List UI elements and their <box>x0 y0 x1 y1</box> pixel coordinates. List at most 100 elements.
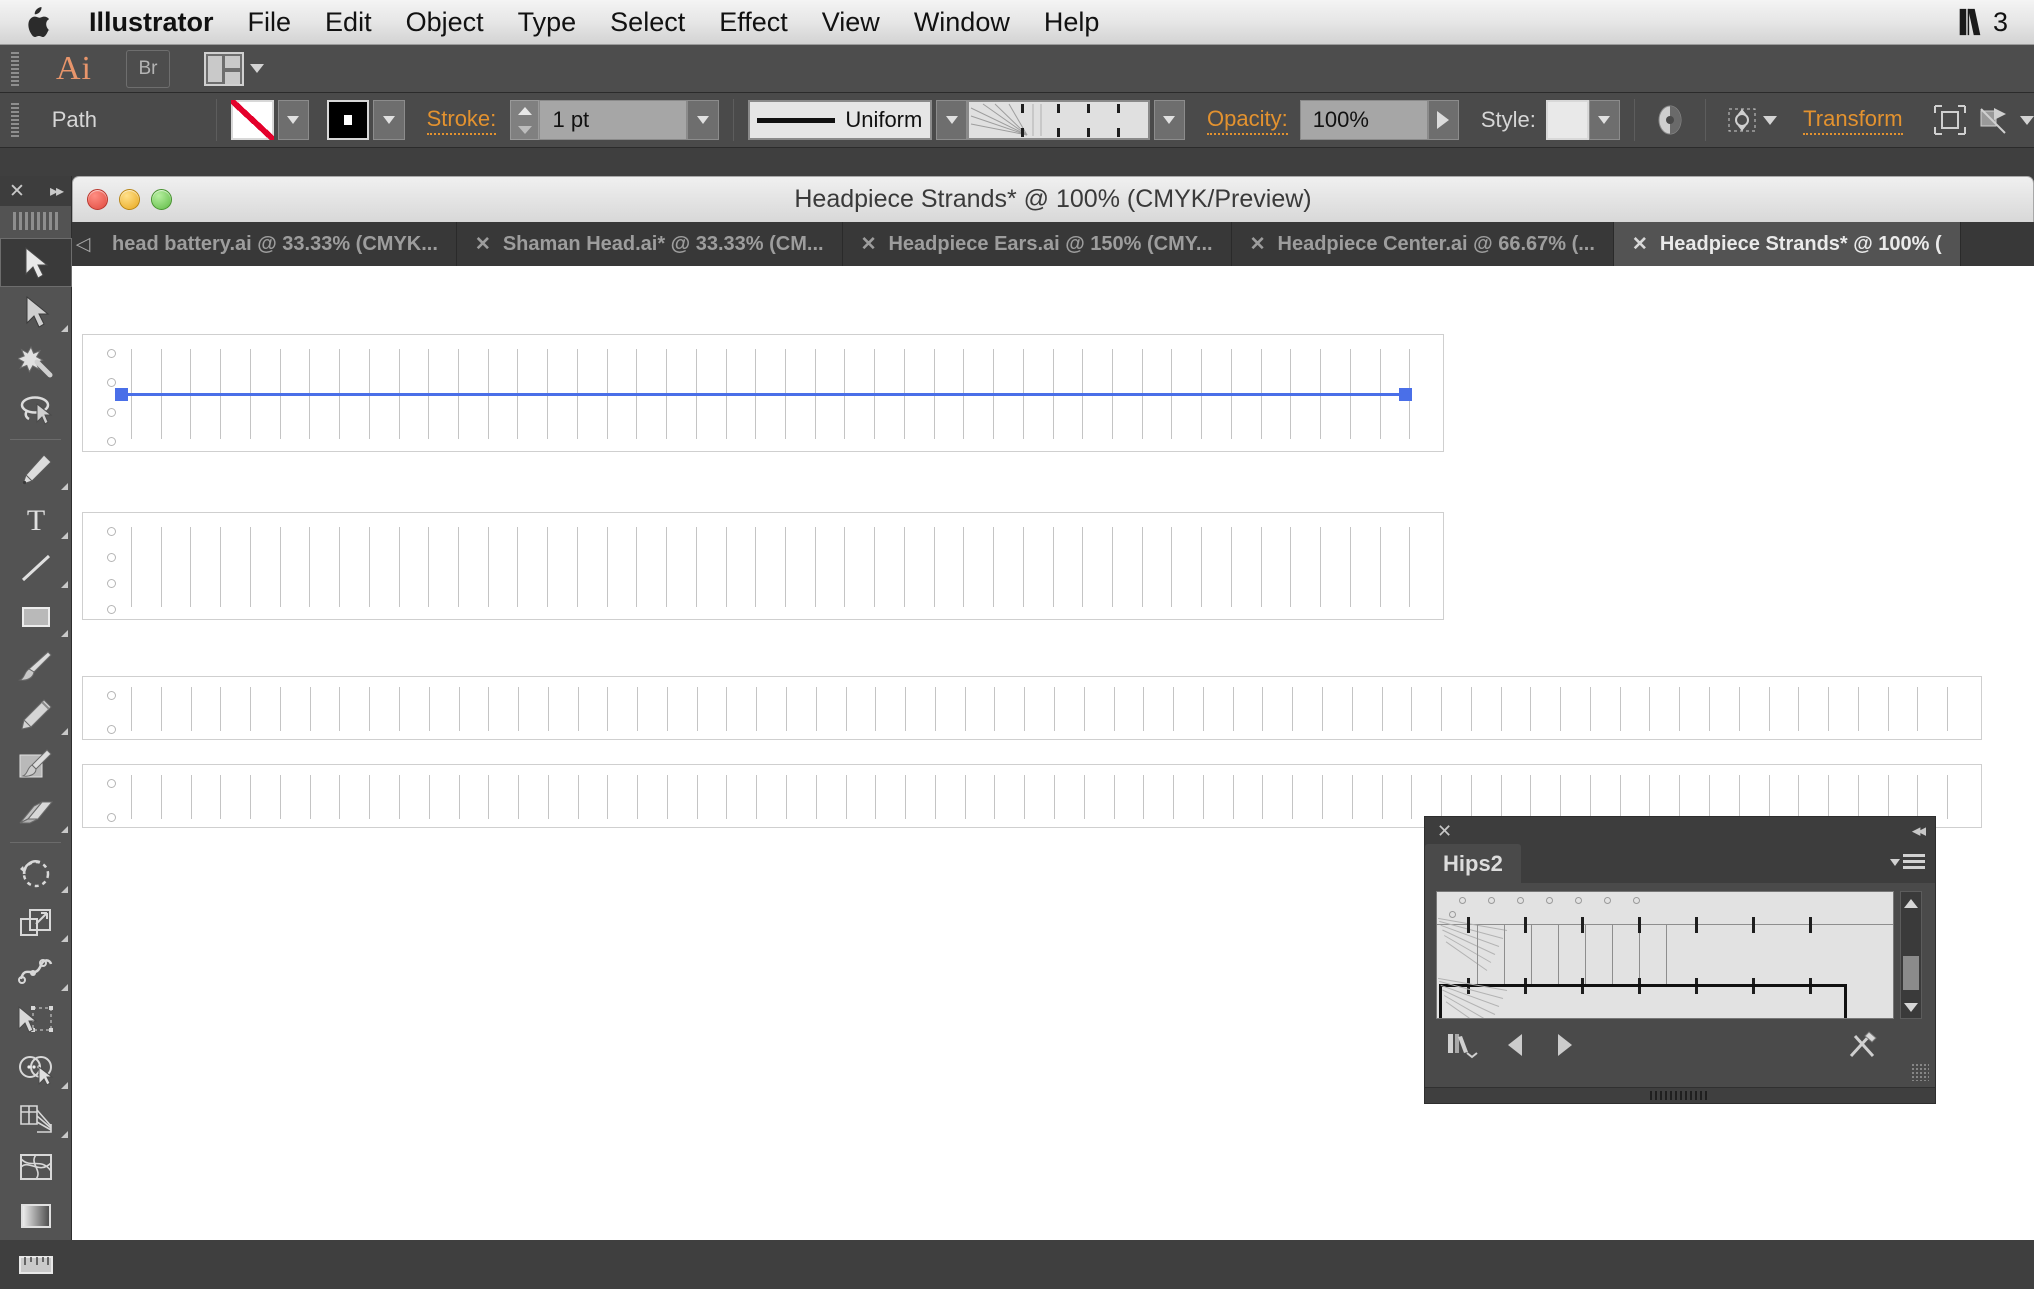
break-link-icon[interactable] <box>1847 1030 1879 1060</box>
stroke-dropdown[interactable] <box>373 100 405 140</box>
width-tool[interactable] <box>0 946 72 995</box>
next-icon[interactable] <box>1553 1032 1575 1058</box>
eraser-tool[interactable] <box>0 788 72 837</box>
magic-wand-tool[interactable] <box>0 336 72 385</box>
blob-brush-tool[interactable] <box>0 739 72 788</box>
anchor-point[interactable] <box>107 349 116 358</box>
anchor-point[interactable] <box>107 691 116 700</box>
close-icon[interactable]: ✕ <box>1250 233 1266 256</box>
strand-row-1[interactable] <box>82 334 1444 452</box>
perspective-grid-tool[interactable] <box>0 1093 72 1142</box>
selection-anchor[interactable] <box>115 388 128 401</box>
chevron-down-icon[interactable] <box>1763 115 1778 125</box>
pen-tool[interactable] <box>0 445 72 494</box>
panel-titlebar[interactable]: ✕ ◂◂ <box>1425 817 1935 845</box>
free-transform-tool[interactable] <box>0 995 72 1044</box>
menu-item-illustrator[interactable]: Illustrator <box>72 8 231 36</box>
anchor-point[interactable] <box>107 605 116 614</box>
document-titlebar[interactable]: Headpiece Strands* @ 100% (CMYK/Preview) <box>72 176 2034 222</box>
apple-logo-icon[interactable] <box>24 7 50 37</box>
menu-item-effect[interactable]: Effect <box>702 8 805 36</box>
controlbar-grip[interactable] <box>10 103 20 137</box>
measure-tool[interactable] <box>0 1240 72 1289</box>
tools-panel-grip[interactable] <box>12 212 59 230</box>
menu-item-help[interactable]: Help <box>1027 8 1117 36</box>
previous-icon[interactable] <box>1505 1032 1527 1058</box>
pencil-tool[interactable] <box>0 690 72 739</box>
stroke-swatch[interactable] <box>326 100 370 140</box>
brush-definition-dropdown[interactable] <box>1153 100 1185 140</box>
collapse-icon[interactable]: ◂◂ <box>1912 821 1926 841</box>
close-icon[interactable]: ✕ <box>475 233 491 256</box>
menu-item-select[interactable]: Select <box>593 8 702 36</box>
menu-item-file[interactable]: File <box>231 8 309 36</box>
panel-tab-hips2[interactable]: Hips2 <box>1425 844 1521 883</box>
paintbrush-tool[interactable] <box>0 641 72 690</box>
gradient-tool[interactable] <box>0 1191 72 1240</box>
panel-resize-grip[interactable] <box>1911 1063 1929 1081</box>
appbar-grip[interactable] <box>10 51 20 86</box>
menu-item-view[interactable]: View <box>805 8 897 36</box>
arrange-icon[interactable] <box>1971 99 2014 141</box>
arrange-documents-button[interactable] <box>204 51 264 86</box>
document-tab-headpiece-strands[interactable]: ✕ Headpiece Strands* @ 100% ( <box>1613 222 1961 266</box>
close-icon[interactable]: ✕ <box>861 233 877 256</box>
chevron-down-icon[interactable] <box>2020 115 2034 125</box>
tabs-scroll-left-icon[interactable]: ◁ <box>72 222 94 266</box>
fill-dropdown[interactable] <box>277 100 309 140</box>
document-tab-headpiece-center[interactable]: ✕ Headpiece Center.ai @ 66.67% (... <box>1231 222 1614 266</box>
mesh-tool[interactable] <box>0 1142 72 1191</box>
lasso-tool[interactable] <box>0 385 72 434</box>
stroke-profile-dropdown[interactable] <box>936 100 968 140</box>
anchor-point[interactable] <box>107 813 116 822</box>
menu-item-window[interactable]: Window <box>897 8 1027 36</box>
panel-scrollbar[interactable] <box>1900 891 1922 1019</box>
brush-definition-select[interactable] <box>967 100 1150 140</box>
opacity-label[interactable]: Opacity: <box>1206 106 1288 135</box>
library-icon[interactable] <box>1445 1031 1479 1059</box>
panel-thumbnail-area[interactable] <box>1436 891 1894 1019</box>
close-icon[interactable]: ✕ <box>9 180 25 203</box>
transform-link[interactable]: Transform <box>1803 106 1903 135</box>
scrollbar-thumb[interactable] <box>1903 956 1919 990</box>
stroke-weight-stepper[interactable] <box>510 100 540 140</box>
rotate-tool[interactable] <box>0 848 72 897</box>
close-icon[interactable]: ✕ <box>1632 233 1648 256</box>
anchor-point[interactable] <box>107 725 116 734</box>
strand-row-3[interactable] <box>82 676 1982 740</box>
type-tool[interactable]: T <box>0 494 72 543</box>
menu-item-object[interactable]: Object <box>389 8 501 36</box>
selection-tool[interactable] <box>0 238 72 287</box>
strand-row-2[interactable] <box>82 512 1444 620</box>
align-icon[interactable] <box>1929 99 1972 141</box>
menu-item-edit[interactable]: Edit <box>308 8 389 36</box>
stroke-weight-value[interactable]: 1 pt <box>539 100 688 140</box>
opacity-value[interactable]: 100% <box>1299 100 1428 140</box>
anchor-point[interactable] <box>107 553 116 562</box>
document-tab-shaman-head[interactable]: ✕ Shaman Head.ai* @ 33.33% (CM... <box>456 222 843 266</box>
selection-anchor[interactable] <box>1399 388 1412 401</box>
anchor-point[interactable] <box>107 437 116 446</box>
stroke-label[interactable]: Stroke: <box>426 106 497 135</box>
anchor-point[interactable] <box>107 378 116 388</box>
panel-bottom-grip[interactable] <box>1425 1087 1935 1103</box>
anchor-point[interactable] <box>107 779 116 788</box>
stroke-weight-dropdown[interactable] <box>687 100 719 140</box>
scroll-down-icon[interactable] <box>1901 996 1921 1018</box>
graphic-style-dropdown[interactable] <box>1588 100 1620 140</box>
scroll-up-icon[interactable] <box>1901 892 1921 914</box>
graphic-style-swatch[interactable] <box>1545 100 1589 140</box>
select-similar-icon[interactable] <box>1720 99 1763 141</box>
shape-builder-tool[interactable] <box>0 1044 72 1093</box>
anchor-point[interactable] <box>107 527 116 536</box>
document-tab-head-battery[interactable]: head battery.ai @ 33.33% (CMYK... <box>94 222 457 266</box>
anchor-point[interactable] <box>107 579 116 588</box>
document-tab-headpiece-ears[interactable]: ✕ Headpiece Ears.ai @ 150% (CMY... <box>842 222 1232 266</box>
close-icon[interactable]: ✕ <box>1437 822 1452 840</box>
adobe-illustrator-menu-icon[interactable] <box>1957 7 1983 37</box>
panel-menu-icon[interactable] <box>1890 854 1925 870</box>
opacity-mask-icon[interactable] <box>1649 99 1692 141</box>
rectangle-tool[interactable] <box>0 592 72 641</box>
direct-selection-tool[interactable] <box>0 287 72 336</box>
menu-item-type[interactable]: Type <box>501 8 594 36</box>
